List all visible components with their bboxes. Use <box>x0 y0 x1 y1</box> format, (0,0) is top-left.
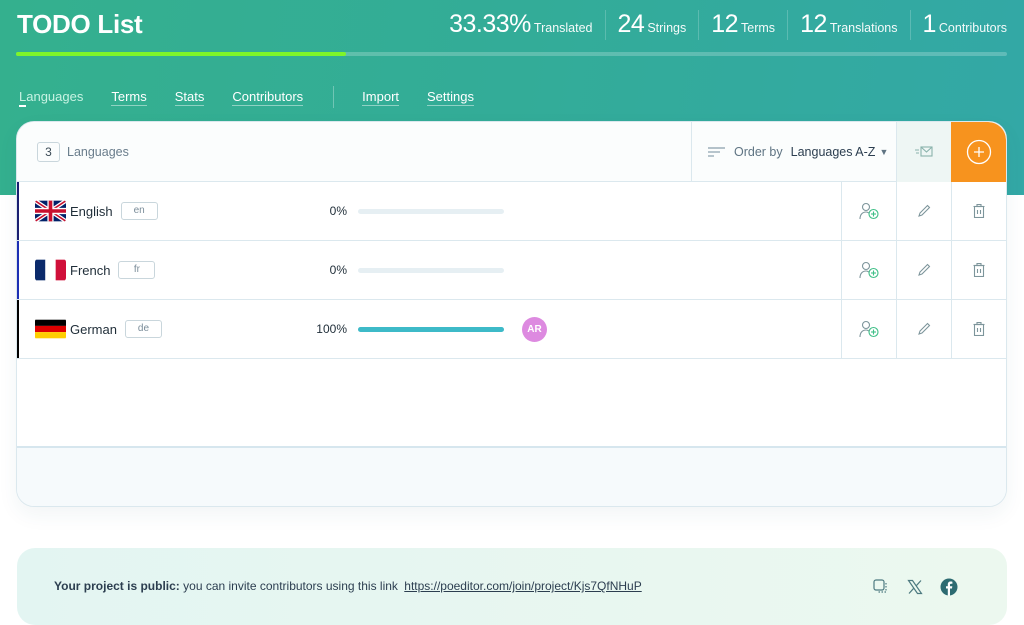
languages-card-footer <box>17 446 1006 506</box>
row-actions <box>841 182 1006 240</box>
nav-divider <box>333 86 335 108</box>
project-progress-fill <box>16 52 347 56</box>
facebook-icon[interactable] <box>939 577 959 597</box>
add-contributor-button[interactable] <box>841 300 896 358</box>
delete-language-button[interactable] <box>951 182 1006 240</box>
edit-language-button[interactable] <box>896 241 951 299</box>
edit-language-button[interactable] <box>896 300 951 358</box>
tab-stats[interactable]: Stats <box>174 89 205 106</box>
edit-pencil-icon <box>917 263 931 277</box>
add-contributor-button[interactable] <box>841 182 896 240</box>
language-name[interactable]: English <box>70 204 113 219</box>
project-title: TODO List <box>17 9 143 39</box>
uk-flag-icon <box>35 200 66 222</box>
banner-bold-label: Your project is public: <box>54 579 180 593</box>
copy-icon[interactable] <box>871 577 891 597</box>
tab-terms[interactable]: Terms <box>111 89 147 106</box>
public-project-banner: Your project is public: you can invite c… <box>17 548 1007 625</box>
language-progress-bar <box>358 208 504 214</box>
language-name[interactable]: French <box>70 263 110 278</box>
share-icons <box>871 577 959 597</box>
language-name[interactable]: German <box>70 322 117 337</box>
project-stats: 33.33% Translated 24 Strings 12 Terms 12 Tra… <box>449 8 1007 40</box>
language-progress-bar <box>358 326 504 332</box>
contributor-avatar[interactable]: AR <box>522 316 547 342</box>
add-contributor-button[interactable] <box>841 241 896 299</box>
edit-pencil-icon <box>917 322 931 336</box>
add-language-button[interactable] <box>951 122 1006 182</box>
row-actions <box>841 241 1006 299</box>
delete-language-button[interactable] <box>951 300 1006 358</box>
trash-icon <box>973 204 985 218</box>
edit-pencil-icon <box>917 204 931 218</box>
row-accent <box>17 182 19 240</box>
chevron-down-icon: ▼ <box>879 146 889 157</box>
plus-circle-icon <box>966 139 992 165</box>
language-code-badge: fr <box>118 261 156 279</box>
language-row-german[interactable]: German de 100% AR <box>17 300 1006 359</box>
edit-language-button[interactable] <box>896 182 951 240</box>
language-code-badge: en <box>120 202 158 220</box>
project-nav: Languages Terms Stats Contributors Impor… <box>19 86 502 108</box>
row-accent <box>17 241 19 299</box>
tab-languages[interactable]: Languages <box>19 89 83 107</box>
languages-card-header: 3 Languages Order by Languages A-Z ▼ <box>17 122 1006 182</box>
add-contributor-icon <box>858 320 880 338</box>
stat-translations: 12 Translations <box>787 10 909 40</box>
stat-contributors: 1 Contributors <box>909 10 1007 40</box>
germany-flag-icon <box>35 318 66 340</box>
language-percent: 0% <box>329 204 347 218</box>
language-row-french[interactable]: French fr 0% <box>17 241 1006 300</box>
row-actions <box>841 300 1006 358</box>
add-contributor-icon <box>858 202 880 220</box>
order-by-label: Order by <box>734 144 783 159</box>
tab-contributors[interactable]: Contributors <box>232 89 304 106</box>
language-progress-fill <box>358 326 504 332</box>
order-by-value: Languages A-Z <box>790 144 876 159</box>
send-mail-icon <box>914 145 934 158</box>
language-progress-bar <box>358 267 504 273</box>
order-by-dropdown[interactable]: Order by Languages A-Z ▼ <box>691 122 896 182</box>
language-percent: 100% <box>316 322 347 336</box>
language-percent: 0% <box>329 263 347 277</box>
delete-language-button[interactable] <box>951 241 1006 299</box>
stat-translated: 33.33% Translated <box>449 10 593 38</box>
language-code-badge: de <box>124 320 162 338</box>
add-contributor-icon <box>858 261 880 279</box>
france-flag-icon <box>35 259 66 281</box>
sort-lines-icon <box>708 146 726 158</box>
languages-card: 3 Languages Order by Languages A-Z ▼ Eng… <box>16 121 1007 507</box>
stat-strings: 24 Strings <box>604 10 699 40</box>
stat-terms: 12 Terms <box>698 10 787 40</box>
tab-settings[interactable]: Settings <box>427 89 474 106</box>
banner-message: Your project is public: you can invite c… <box>54 579 642 593</box>
x-twitter-icon[interactable] <box>905 577 925 597</box>
language-row-english[interactable]: English en 0% <box>17 182 1006 241</box>
row-accent <box>17 300 19 358</box>
banner-text: you can invite contributors using this l… <box>183 579 398 593</box>
project-progress-bar <box>16 52 1007 56</box>
trash-icon <box>973 322 985 336</box>
tab-import[interactable]: Import <box>362 89 400 106</box>
notify-contributors-button[interactable] <box>896 122 951 182</box>
join-project-link[interactable]: https://poeditor.com/join/project/Kjs7Qf… <box>404 579 641 593</box>
languages-count-badge: 3 <box>37 141 60 162</box>
trash-icon <box>973 263 985 277</box>
languages-count-label: Languages <box>67 144 129 159</box>
